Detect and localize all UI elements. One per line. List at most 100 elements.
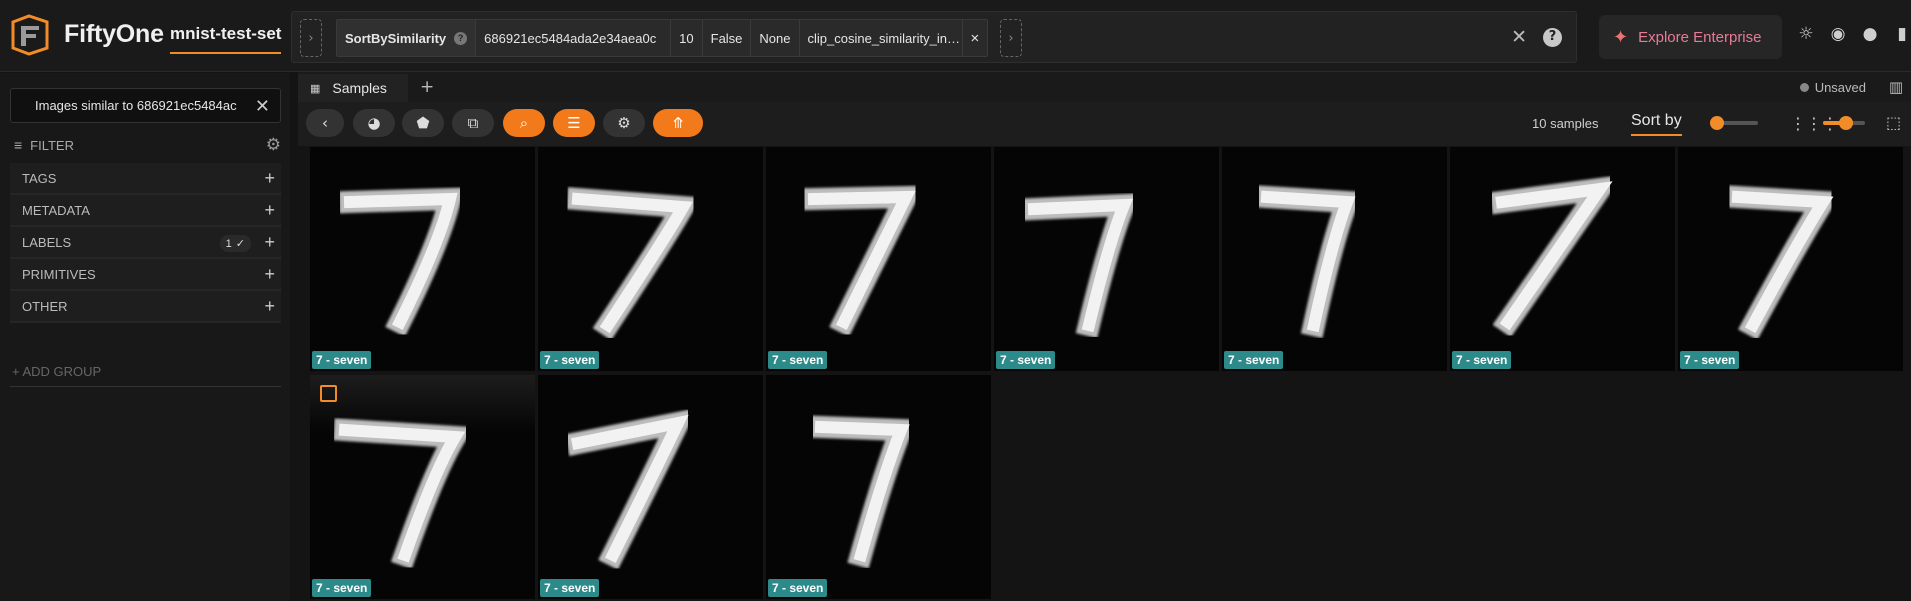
sidebar-group-tags[interactable]: TAGS + xyxy=(10,163,281,195)
sample-tile[interactable]: 7 - seven xyxy=(1678,147,1903,371)
sample-image xyxy=(565,407,698,570)
filter-icon: ≡ xyxy=(14,137,23,153)
sample-tile[interactable]: 7 - seven xyxy=(538,375,763,599)
stage-param-brain-key[interactable]: clip_cosine_similarity_in… xyxy=(800,20,963,56)
group-label: METADATA xyxy=(22,202,90,218)
tab-samples[interactable]: ▦ Samples xyxy=(298,74,408,102)
sample-image xyxy=(1489,174,1624,338)
sample-tile[interactable]: 7 - seven xyxy=(766,375,991,599)
sidebar-group-labels[interactable]: LABELS 1 ✓ + xyxy=(10,227,281,259)
help-icon[interactable]: ? xyxy=(1543,27,1562,47)
top-icons: ☼ ◉ ● ▮ xyxy=(1797,24,1911,44)
tag-button[interactable]: ⬟ xyxy=(402,109,444,137)
color-scheme-button[interactable]: ◕ xyxy=(353,109,395,137)
patches-button[interactable]: ⧉ xyxy=(452,109,494,137)
view-bar-expand-right[interactable]: › xyxy=(1000,19,1022,57)
group-label: PRIMITIVES xyxy=(22,266,96,282)
chevron-left-icon: ‹ xyxy=(322,114,328,132)
sample-image xyxy=(566,187,702,341)
view-bar: › SortBySimilarity? 686921ec5484ada2e34a… xyxy=(291,11,1577,63)
close-icon[interactable]: ✕ xyxy=(255,96,270,117)
sample-image xyxy=(1726,185,1843,340)
merge-button[interactable]: ⤊ xyxy=(653,109,703,137)
sort-slider[interactable] xyxy=(1710,116,1758,130)
github-icon[interactable]: ● xyxy=(1861,24,1879,44)
classification-label: 7 - seven xyxy=(1680,351,1740,369)
sidebar-group-other[interactable]: OTHER + xyxy=(10,291,281,323)
stage-name[interactable]: SortBySimilarity? xyxy=(337,20,477,56)
brand-name[interactable]: FiftyOne xyxy=(64,20,164,49)
view-bar-actions: ✕ ? xyxy=(1511,26,1562,48)
sample-image xyxy=(333,418,474,570)
fiftyone-logo[interactable] xyxy=(9,14,51,56)
classification-label: 7 - seven xyxy=(768,351,828,369)
zoom-slider[interactable] xyxy=(1823,116,1865,130)
status-dot xyxy=(1799,83,1809,92)
stage-param-query-id[interactable]: 686921ec5484ada2e34aea0c xyxy=(476,20,672,56)
classification-label: 7 - seven xyxy=(540,579,600,597)
docs-icon[interactable]: ▮ xyxy=(1893,24,1911,44)
similarity-search-button[interactable]: ⌕ xyxy=(503,109,545,137)
classification-label: 7 - seven xyxy=(540,351,600,369)
back-button[interactable]: ‹ xyxy=(306,109,344,137)
sample-image xyxy=(1022,193,1141,339)
stage-param-reverse[interactable]: False xyxy=(703,20,752,56)
sample-image xyxy=(1255,185,1363,339)
sample-tile[interactable]: 7 - seven xyxy=(538,147,763,371)
merge-icon: ⤊ xyxy=(671,114,685,132)
layout-icon[interactable]: ▥ xyxy=(1889,78,1903,96)
add-tab-button[interactable]: + xyxy=(420,77,434,97)
sample-tile[interactable]: 7 - seven xyxy=(1450,147,1675,371)
view-bar-expand-left[interactable]: › xyxy=(300,19,322,57)
unsaved-indicator[interactable]: Unsaved xyxy=(1799,80,1866,95)
sample-grid: 7 - seven 7 - seven 7 - seven 7 - seven 7 - … xyxy=(310,147,1911,601)
stage-close-button[interactable]: × xyxy=(963,20,988,56)
unsaved-label: Unsaved xyxy=(1814,80,1866,95)
sample-tile[interactable]: 7 - seven xyxy=(310,375,535,599)
tag-icon: ⬟ xyxy=(416,114,430,132)
stage-param-k[interactable]: 10 xyxy=(671,20,703,56)
sparkle-icon: ✦ xyxy=(1613,26,1629,48)
discord-icon[interactable]: ◉ xyxy=(1829,24,1847,44)
filter-label: FILTER xyxy=(30,137,74,153)
plus-icon[interactable]: + xyxy=(264,232,275,253)
sample-image xyxy=(802,185,924,337)
dataset-selector[interactable]: mnist-test-set xyxy=(170,24,282,54)
labels-count: 1 xyxy=(225,237,232,250)
settings-button[interactable]: ⚙ xyxy=(603,109,645,137)
list-button[interactable]: ☰ xyxy=(553,109,595,137)
select-checkbox[interactable] xyxy=(320,385,337,402)
labels-count-badge[interactable]: 1 ✓ xyxy=(219,235,251,252)
sidebar-group-metadata[interactable]: METADATA + xyxy=(10,195,281,227)
help-icon[interactable]: ? xyxy=(454,31,468,45)
sidebar-group-primitives[interactable]: PRIMITIVES + xyxy=(10,259,281,291)
slider-handle[interactable] xyxy=(1710,116,1724,130)
sample-count: 10 samples xyxy=(1532,116,1599,131)
crop-icon[interactable]: ⬚ xyxy=(1886,113,1901,132)
tabs-bar: ▦ Samples + Unsaved ▥ xyxy=(298,72,1911,102)
sort-by-button[interactable]: Sort by xyxy=(1631,112,1682,136)
group-label: TAGS xyxy=(22,170,57,186)
sample-tile[interactable]: 7 - seven xyxy=(766,147,991,371)
sample-tile[interactable]: 7 - seven xyxy=(310,147,535,371)
plus-icon[interactable]: + xyxy=(264,296,275,317)
clear-view-icon[interactable]: ✕ xyxy=(1511,26,1527,48)
sample-image xyxy=(338,187,464,337)
explore-enterprise-label: Explore Enterprise xyxy=(1638,28,1762,46)
stage-param-dist-field[interactable]: None xyxy=(751,20,800,56)
plus-icon[interactable]: + xyxy=(264,264,275,285)
plus-icon[interactable]: + xyxy=(264,168,275,189)
gear-icon[interactable]: ⚙ xyxy=(266,135,281,155)
theme-icon[interactable]: ☼ xyxy=(1797,24,1815,44)
sample-tile[interactable]: 7 - seven xyxy=(1222,147,1447,371)
plus-icon[interactable]: + xyxy=(264,200,275,221)
explore-enterprise-button[interactable]: ✦ Explore Enterprise xyxy=(1599,15,1782,59)
sample-tile[interactable]: 7 - seven xyxy=(994,147,1219,371)
view-stage-sort-by-similarity[interactable]: SortBySimilarity? 686921ec5484ada2e34aea… xyxy=(336,19,989,57)
classification-label: 7 - seven xyxy=(312,579,372,597)
classification-label: 7 - seven xyxy=(1452,351,1512,369)
similarity-search-pill[interactable]: Images similar to 686921ec5484ac ✕ xyxy=(10,88,281,123)
add-group-button[interactable]: + ADD GROUP xyxy=(12,364,101,379)
chevron-right-icon: › xyxy=(308,30,314,46)
slider-handle[interactable] xyxy=(1839,116,1853,130)
